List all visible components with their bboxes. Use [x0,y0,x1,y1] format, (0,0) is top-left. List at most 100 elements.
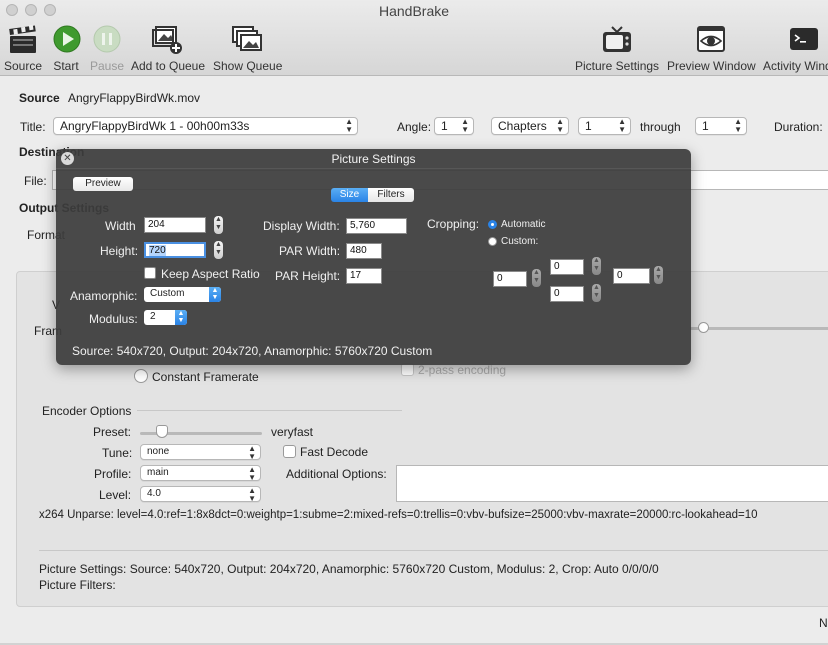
additional-options-label: Additional Options: [286,467,387,481]
crop-left-field[interactable]: 0 [493,271,527,287]
preview-window-button[interactable]: Preview Window [667,24,756,73]
constant-framerate-label: Constant Framerate [152,370,259,384]
start-label: Start [53,59,79,73]
anamorphic-select-value: Custom [150,288,185,299]
add-to-queue-label: Add to Queue [130,59,206,73]
show-queue-button[interactable]: Show Queue [213,24,283,73]
range-start-value: 1 [585,119,592,133]
titlebar: HandBrake Source Start Pause Add to Queu… [0,0,828,76]
tune-select[interactable]: none ▲ ▼ [140,444,261,460]
keep-aspect-ratio-checkbox[interactable] [144,267,156,279]
crop-bottom-stepper[interactable]: ▲ ▼ [592,284,601,302]
encoder-options-heading: Encoder Options [42,404,132,418]
crop-right-field[interactable]: 0 [613,268,650,284]
quality-slider-track[interactable] [690,327,828,330]
angle-label: Angle: [397,120,432,134]
cropping-label: Cropping: [427,217,480,231]
title-select[interactable]: AngryFlappyBirdWk 1 - 00h00m33s ▲ ▼ [53,117,358,135]
anamorphic-label: Anamorphic: [70,289,138,303]
range-type-select[interactable]: Chapters ▲ ▼ [491,117,569,135]
source-heading: Source [19,91,60,105]
activity-window-button[interactable]: Activity Window [762,24,828,73]
start-button[interactable]: Start [51,24,81,73]
range-type-value: Chapters [498,119,547,133]
height-field[interactable]: 720 [144,242,206,258]
crop-right-stepper[interactable]: ▲ ▼ [654,266,663,284]
preview-eye-icon [697,26,725,52]
two-pass-label: 2-pass encoding [418,363,507,377]
modulus-select[interactable]: 2 ▲ ▼ [144,310,187,325]
chevron-updown-icon: ▲ ▼ [248,465,256,481]
picture-settings-button[interactable]: Picture Settings [575,24,659,73]
width-field[interactable]: 204 [144,217,206,233]
clapperboard-icon [9,24,36,53]
angle-select-value: 1 [441,119,448,133]
chevron-updown-icon: ▲ ▼ [209,287,221,302]
fast-decode-label: Fast Decode [300,445,369,459]
source-button[interactable]: Source [4,24,42,73]
divider [56,168,691,169]
show-queue-icon [232,26,262,51]
activity-window-label: Activity Window [763,59,828,73]
show-queue-label: Show Queue [213,59,283,73]
picture-settings-summary: Picture Settings: Source: 540x720, Outpu… [39,562,659,576]
keep-aspect-ratio-label: Keep Aspect Ratio [161,267,260,281]
width-stepper[interactable]: ▲ ▼ [214,216,223,234]
add-to-queue-button[interactable]: Add to Queue [130,24,206,73]
tab-filters[interactable]: Filters [368,188,414,202]
width-label: Width [105,219,136,233]
crop-automatic-radio[interactable] [488,220,497,229]
preset-value: veryfast [271,425,314,439]
tune-select-value: none [147,446,170,457]
through-label: through [640,120,681,134]
level-label: Level: [99,488,132,502]
profile-label: Profile: [94,467,132,481]
range-end-value: 1 [702,119,709,133]
height-stepper[interactable]: ▲ ▼ [214,241,223,259]
range-start-select[interactable]: 1 ▲ ▼ [578,117,631,135]
anamorphic-select[interactable]: Custom ▲ ▼ [144,287,221,302]
quality-slider-knob[interactable] [698,322,709,333]
title-select-value: AngryFlappyBirdWk 1 - 00h00m33s [60,119,250,133]
pause-icon [93,25,121,53]
chevron-updown-icon: ▲ ▼ [248,444,256,460]
chevron-updown-icon: ▲ ▼ [175,310,187,325]
crop-bottom-field[interactable]: 0 [550,286,584,302]
fast-decode-checkbox[interactable] [283,445,296,458]
range-end-select[interactable]: 1 ▲ ▼ [695,117,747,135]
display-width-field[interactable]: 5,760 [346,218,407,234]
par-height-field[interactable]: 17 [346,268,382,284]
crop-top-stepper[interactable]: ▲ ▼ [592,257,601,275]
file-label: File: [24,174,47,188]
modulus-label: Modulus: [89,312,138,326]
pause-label: Pause [89,59,125,73]
level-select[interactable]: 4.0 ▲ ▼ [140,486,261,502]
modulus-select-value: 2 [150,311,156,322]
divider [39,550,828,551]
pause-button[interactable]: Pause [89,24,125,73]
crop-top-field[interactable]: 0 [550,259,584,275]
chevron-updown-icon: ▲ ▼ [618,117,626,134]
height-field-value: 720 [149,245,166,256]
hud-title: Picture Settings [331,152,416,166]
profile-select-value: main [147,467,169,478]
crop-custom-label: Custom: [501,236,539,247]
angle-select[interactable]: 1 ▲ ▼ [434,117,474,135]
preset-label: Preset: [93,425,132,439]
constant-framerate-radio[interactable] [134,369,148,383]
tv-icon [603,26,631,52]
chevron-updown-icon: ▲ ▼ [461,117,469,134]
preview-button[interactable]: Preview [73,177,133,191]
tab-size[interactable]: Size [331,188,368,202]
chevron-updown-icon: ▲ ▼ [734,117,742,134]
additional-options-textarea[interactable] [396,465,828,502]
preset-slider-knob[interactable] [156,425,168,438]
profile-select[interactable]: main ▲ ▼ [140,465,261,481]
crop-left-stepper[interactable]: ▲ ▼ [532,269,541,287]
par-width-label: PAR Width: [279,244,341,258]
source-label: Source [4,59,43,73]
par-width-field[interactable]: 480 [346,243,382,259]
crop-custom-radio[interactable] [488,237,497,246]
display-width-label: Display Width: [263,219,340,233]
title-label: Title: [20,120,46,134]
